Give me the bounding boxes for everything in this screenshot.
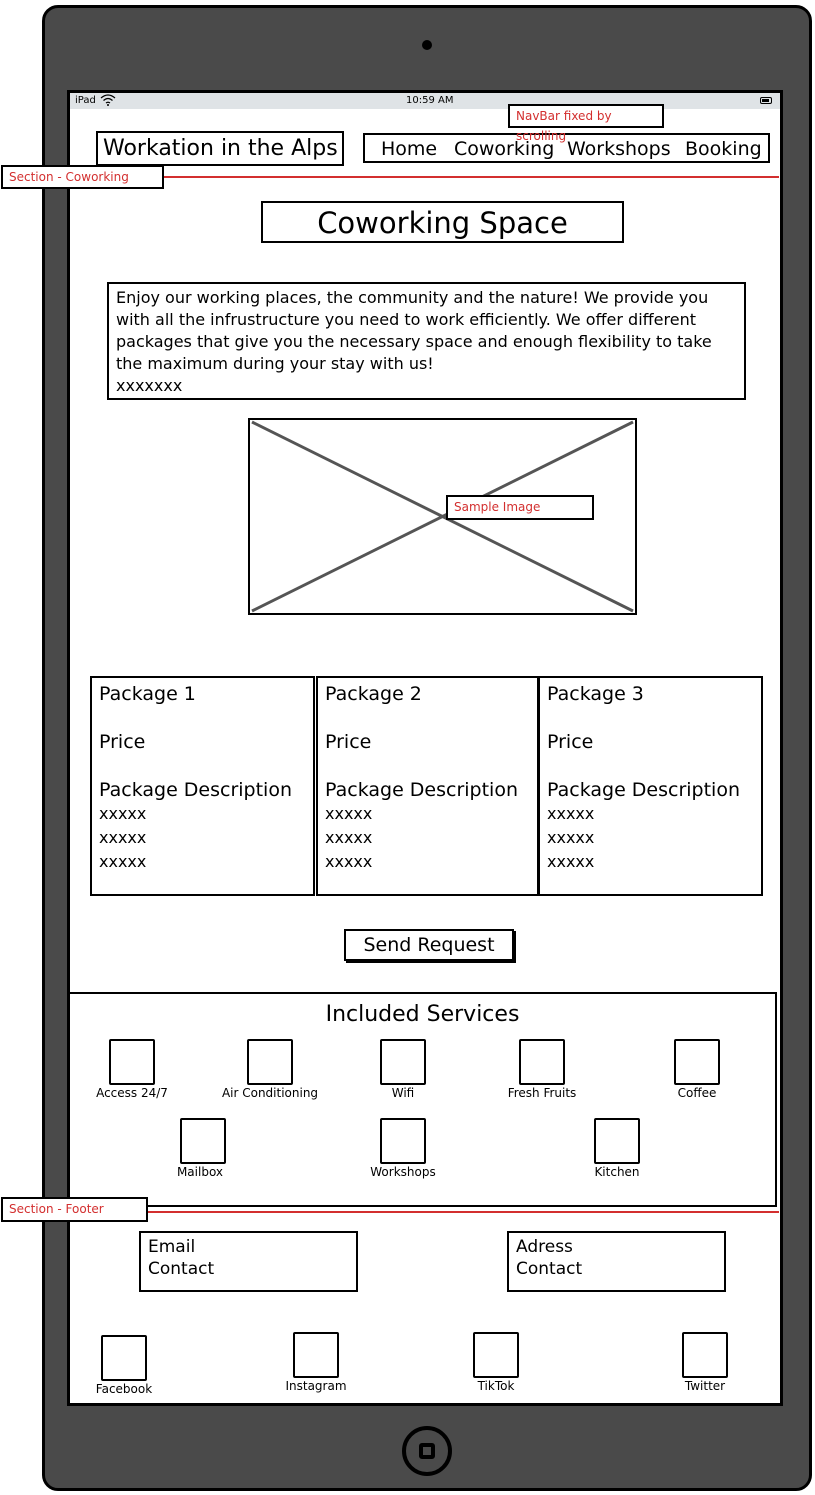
intro-text: Enjoy our working places, the community … xyxy=(116,288,712,373)
service-label: Wifi xyxy=(391,1086,415,1100)
sample-image-annotation: Sample Image xyxy=(446,495,594,520)
package-line: xxxxx xyxy=(325,804,373,823)
package-line: xxxxx xyxy=(547,852,595,871)
service-label: Coffee xyxy=(677,1086,717,1100)
status-time: 10:59 AM xyxy=(406,95,454,106)
package-line: xxxxx xyxy=(325,828,373,847)
social-label: TikTok xyxy=(477,1379,515,1393)
service-label: Fresh Fruits xyxy=(507,1086,577,1100)
wifi-service-icon xyxy=(380,1039,426,1085)
package-description: Package Description xyxy=(547,779,741,801)
intro-filler: xxxxxxx xyxy=(116,376,183,395)
service-label: Air Conditioning xyxy=(221,1086,319,1100)
package-description: Package Description xyxy=(99,779,293,801)
kitchen-icon xyxy=(594,1118,640,1164)
package-line: xxxxx xyxy=(547,804,595,823)
package-description: Package Description xyxy=(325,779,519,801)
package-name: Package 2 xyxy=(325,683,422,705)
navbar-annotation: NavBar fixed by scrolling xyxy=(508,104,664,143)
email-label: Email xyxy=(148,1237,196,1257)
status-bar: iPad 10:59 AM xyxy=(70,93,780,109)
package-line: xxxxx xyxy=(99,852,147,871)
battery-icon xyxy=(760,97,772,104)
package-name: Package 1 xyxy=(99,683,196,705)
camera-icon xyxy=(422,40,432,50)
section-footer-annotation: Section - Footer xyxy=(1,1197,148,1222)
navbar: Home Coworking Workshops Booking xyxy=(363,133,770,163)
home-button[interactable] xyxy=(402,1426,452,1476)
package-line: xxxxx xyxy=(99,828,147,847)
package-name: Package 3 xyxy=(547,683,644,705)
package-line: xxxxx xyxy=(547,828,595,847)
mailbox-icon xyxy=(180,1118,226,1164)
address-contact-box[interactable]: Adress Contact xyxy=(507,1231,726,1292)
contact-label: Contact xyxy=(516,1259,583,1279)
social-label: Facebook xyxy=(95,1382,153,1396)
package-price: Price xyxy=(547,731,594,753)
facebook-icon[interactable] xyxy=(101,1335,147,1381)
contact-label: Contact xyxy=(148,1259,215,1279)
service-label: Workshops xyxy=(370,1165,436,1179)
social-label: Twitter xyxy=(684,1379,726,1393)
send-request-button[interactable]: Send Request xyxy=(344,929,514,961)
social-label: Instagram xyxy=(285,1379,347,1393)
address-label: Adress xyxy=(516,1237,573,1257)
nav-booking[interactable]: Booking xyxy=(685,137,762,161)
services-title: Included Services xyxy=(325,1002,520,1027)
fruit-icon xyxy=(519,1039,565,1085)
service-label: Kitchen xyxy=(594,1165,640,1179)
page-title: Coworking Space xyxy=(261,201,624,243)
email-contact-box[interactable]: Email Contact xyxy=(139,1231,358,1292)
package-price: Price xyxy=(99,731,146,753)
wifi-icon xyxy=(100,94,116,109)
access-icon xyxy=(109,1039,155,1085)
instagram-icon[interactable] xyxy=(293,1332,339,1378)
coffee-icon xyxy=(674,1039,720,1085)
home-square-icon xyxy=(419,1443,435,1459)
air-conditioning-icon xyxy=(247,1039,293,1085)
intro-text-block: Enjoy our working places, the community … xyxy=(107,282,746,400)
package-price: Price xyxy=(325,731,372,753)
section-divider-footer xyxy=(147,1211,779,1213)
package-line: xxxxx xyxy=(325,852,373,871)
package-line: xxxxx xyxy=(99,804,147,823)
nav-home[interactable]: Home xyxy=(381,137,437,161)
section-coworking-annotation: Section - Coworking xyxy=(1,165,164,189)
tiktok-icon[interactable] xyxy=(473,1332,519,1378)
carrier-label: iPad xyxy=(75,95,96,106)
service-label: Access 24/7 xyxy=(96,1086,168,1100)
package-card[interactable]: Package 1 Price Package Description xxxx… xyxy=(90,676,315,896)
nav-workshops[interactable]: Workshops xyxy=(567,137,671,161)
section-divider-coworking xyxy=(163,176,779,178)
workshops-icon xyxy=(380,1118,426,1164)
package-card[interactable]: Package 3 Price Package Description xxxx… xyxy=(538,676,763,896)
package-card[interactable]: Package 2 Price Package Description xxxx… xyxy=(316,676,539,896)
twitter-icon[interactable] xyxy=(682,1332,728,1378)
service-label: Mailbox xyxy=(176,1165,224,1179)
site-title[interactable]: Workation in the Alps xyxy=(96,131,344,166)
